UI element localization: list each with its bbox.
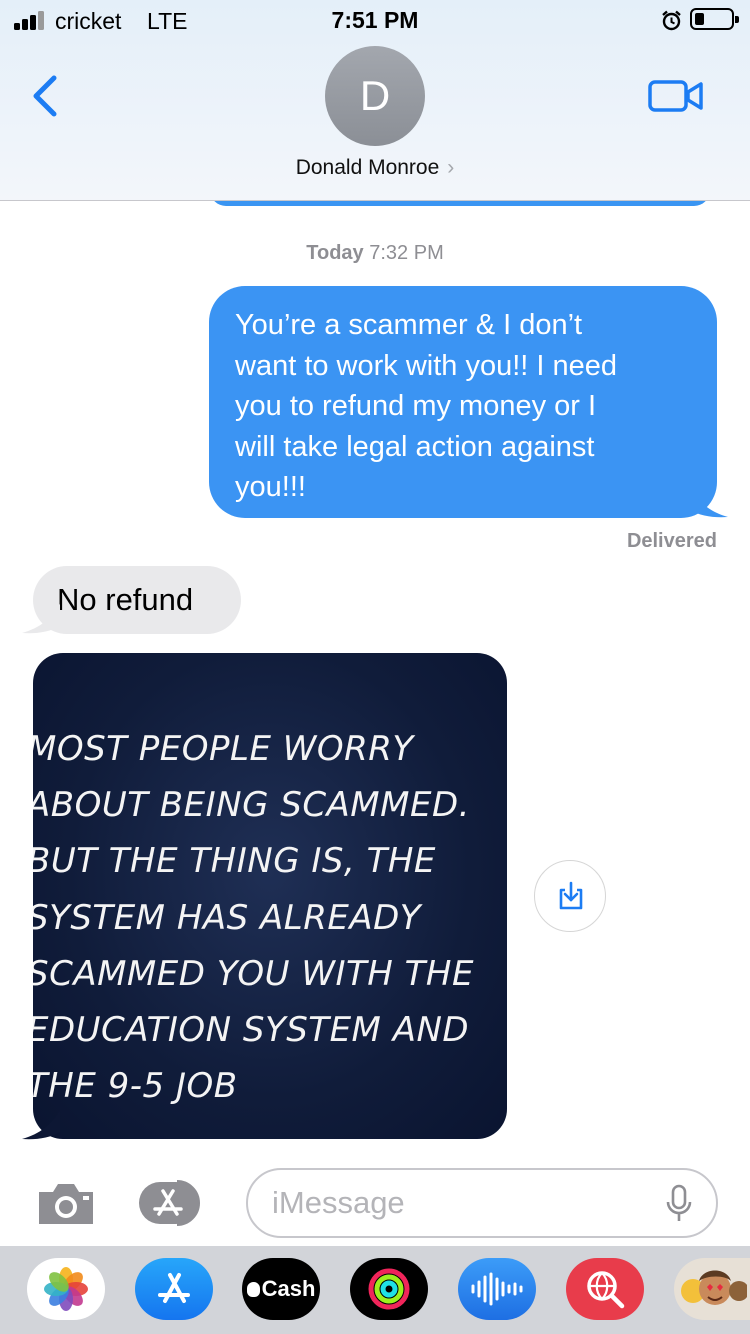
image-text-line: EDUCATION SYSTEM AND [33, 1010, 470, 1051]
message-input[interactable] [272, 1170, 652, 1236]
incoming-message-text: No refund [57, 582, 194, 617]
image-bubble-tail [22, 1110, 60, 1140]
incoming-image-message[interactable]: MOST PEOPLE WORRY ABOUT BEING SCAMMED. B… [33, 653, 507, 1139]
audio-waveform-icon [471, 1272, 523, 1306]
conversation-header: cricket LTE 7:51 PM D Donald Monroe › [0, 0, 750, 201]
apple-logo-icon [246, 1281, 260, 1297]
image-text-line: BUT THE THING IS, THE [33, 841, 436, 882]
cash-label: Cash [261, 1276, 316, 1301]
battery-icon [690, 8, 739, 30]
contact-name: Donald Monroe [295, 156, 440, 179]
image-quote-text: MOST PEOPLE WORRY ABOUT BEING SCAMMED. B… [33, 721, 507, 1114]
save-download-icon [559, 881, 583, 910]
message-line: will take legal action against [235, 430, 595, 463]
memoji-faces-icon [681, 1270, 747, 1305]
video-call-button[interactable] [648, 78, 704, 114]
activity-rings-icon [368, 1268, 410, 1310]
photos-flower-icon [44, 1267, 88, 1311]
apple-cash-app-button[interactable]: Cash [242, 1258, 320, 1320]
globe-search-icon [587, 1271, 625, 1309]
audio-message-app-button[interactable] [458, 1258, 536, 1320]
message-line: want to work with you!! I need [235, 349, 618, 382]
app-store-app-button[interactable] [135, 1258, 213, 1320]
message-line: You’re a scammer & I don’t [235, 309, 583, 341]
activity-app-button[interactable] [350, 1258, 428, 1320]
app-store-icon [158, 1273, 190, 1303]
app-store-button[interactable] [137, 1178, 213, 1228]
incoming-message-bubble[interactable]: No refund [33, 566, 241, 634]
message-input-field[interactable] [246, 1168, 718, 1238]
message-line: you to refund my money or I [235, 390, 597, 422]
image-text-line: THE 9-5 JOB [33, 1066, 238, 1107]
battery-fill [695, 13, 704, 25]
status-time: 7:51 PM [331, 7, 419, 33]
image-text-line: MOST PEOPLE WORRY [33, 729, 414, 769]
message-line: you!!! [235, 471, 306, 503]
camera-button[interactable] [35, 1178, 97, 1228]
microphone-icon[interactable] [666, 1184, 692, 1224]
memoji-app-button[interactable] [674, 1258, 750, 1320]
delivery-status: Delivered [626, 530, 717, 552]
status-bar: cricket LTE 7:51 PM [0, 0, 750, 40]
image-text-line: SCAMMED YOU WITH THE [33, 953, 474, 994]
contact-name-button[interactable]: Donald Monroe › [0, 156, 750, 180]
avatar-initial: D [359, 72, 391, 119]
outgoing-bubble-tail [690, 488, 728, 518]
message-timestamp: Today 7:32 PM [0, 242, 750, 265]
outgoing-message-bubble[interactable]: You’re a scammer & I don’t want to work … [209, 286, 717, 518]
alarm-icon [662, 10, 681, 31]
save-image-button[interactable] [534, 860, 606, 932]
photos-app-button[interactable] [27, 1258, 105, 1320]
image-text-line: SYSTEM HAS ALREADY [33, 897, 422, 938]
back-button[interactable] [28, 72, 62, 120]
incoming-bubble-tail [22, 604, 60, 634]
timestamp-time: 7:32 PM [369, 242, 444, 264]
timestamp-day: Today [306, 242, 364, 264]
web-search-app-button[interactable] [566, 1258, 644, 1320]
imessage-app-drawer: Cash [0, 1246, 750, 1334]
chevron-right-icon: › [447, 156, 455, 179]
contact-avatar[interactable]: D [325, 46, 425, 146]
image-text-line: ABOUT BEING SCAMMED. [33, 785, 470, 826]
